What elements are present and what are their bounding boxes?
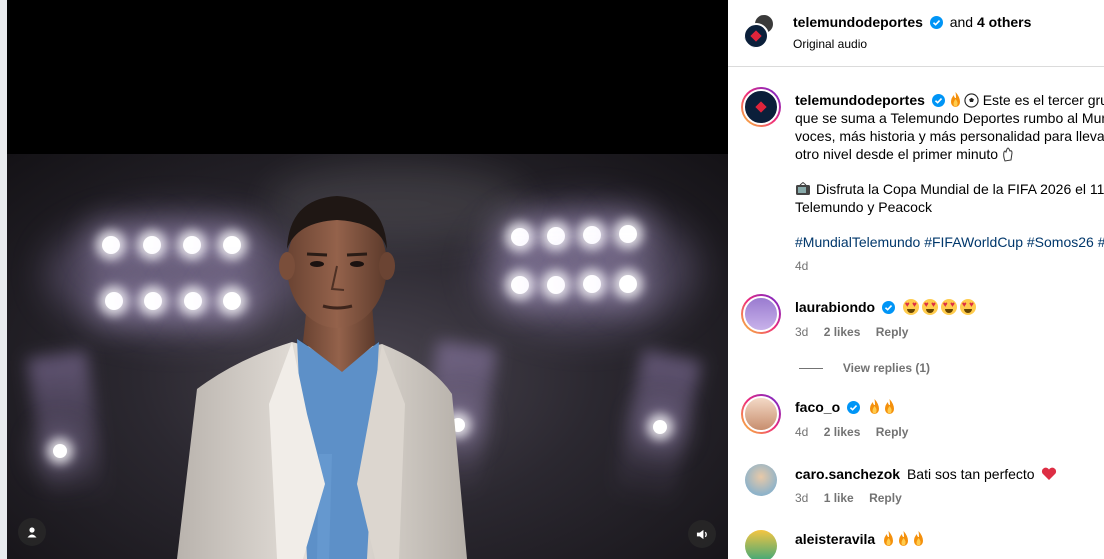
verified-icon: [882, 301, 896, 314]
comment-username[interactable]: caro.sanchezok: [795, 466, 900, 482]
comment-avatar-aleisteravila[interactable]: [745, 530, 777, 559]
view-replies-button[interactable]: View replies (1): [799, 359, 930, 375]
heart-eyes-emoji-icon: [940, 299, 957, 315]
comment-laurabiondo: laurabiondo: [795, 299, 979, 315]
comment-meta: 3d 2 likes Reply: [795, 325, 920, 339]
comment-reply-button[interactable]: Reply: [869, 491, 902, 505]
comment-username[interactable]: faco_o: [795, 399, 840, 415]
comment-caro-sanchezok: caro.sanchezok Bati sos tan perfecto: [795, 465, 1057, 483]
comment-avatar-laurabiondo[interactable]: [741, 294, 781, 334]
volume-icon: [696, 529, 707, 539]
replies-divider: [799, 367, 823, 369]
heart-eyes-emoji-icon: [921, 299, 938, 315]
hand-emoji-icon: [1003, 147, 1013, 162]
comment-meta: 4d 2 likes Reply: [795, 425, 920, 439]
comment-reply-button[interactable]: Reply: [876, 325, 909, 339]
fire-emoji-icon: [950, 92, 960, 107]
comment-meta: 3d 1 like Reply: [795, 491, 914, 505]
heart-eyes-emoji-icon: [902, 299, 919, 315]
caption-author-avatar[interactable]: [741, 87, 781, 127]
comment-likes[interactable]: 2 likes: [824, 425, 861, 439]
fire-emoji-icon: [914, 531, 924, 546]
others-link[interactable]: 4 others: [977, 14, 1031, 30]
verified-icon: [847, 401, 861, 414]
heart-emoji-icon: [1042, 467, 1057, 480]
comment-avatar-faco_o[interactable]: [741, 394, 781, 434]
video-player[interactable]: [7, 154, 728, 559]
comment-likes[interactable]: 1 like: [824, 491, 854, 505]
fire-emoji-icon: [884, 399, 894, 414]
caption-line-3: voces, más historia y más personalidad p…: [795, 128, 1104, 144]
post-author-link[interactable]: telemundodeportes: [793, 14, 923, 30]
comment-text: Bati sos tan perfecto: [906, 466, 1035, 482]
caption-line-6: Telemundo y Peacock: [795, 199, 932, 215]
caption-line-1: Este es el tercer grup: [982, 92, 1104, 108]
verified-icon: [929, 16, 943, 29]
tv-emoji-icon: [796, 181, 810, 195]
comment-likes[interactable]: 2 likes: [824, 325, 861, 339]
heart-eyes-emoji-icon: [959, 299, 976, 315]
caption-time[interactable]: 4d: [795, 257, 1104, 275]
and-text: and: [949, 14, 974, 30]
post-media[interactable]: [0, 0, 728, 559]
user-tag-icon: [27, 527, 37, 538]
collab-avatar-stack[interactable]: [743, 13, 779, 49]
audio-link[interactable]: Original audio: [793, 37, 867, 51]
comment-username[interactable]: aleisteravila: [795, 531, 875, 547]
comment-username[interactable]: laurabiondo: [795, 299, 875, 315]
comment-time[interactable]: 4d: [795, 425, 808, 439]
page-edge: [0, 0, 7, 559]
fire-emoji-icon: [899, 531, 909, 546]
user-tag-button[interactable]: [18, 518, 46, 546]
caption-line-4: otro nivel desde el primer minuto: [795, 146, 999, 162]
post-header: telemundodeportes and 4 others Original …: [728, 0, 1104, 67]
presenter-figure: [177, 196, 467, 559]
verified-icon: [931, 94, 945, 107]
caption-line-5: Disfruta la Copa Mundial de la FIFA 2026…: [816, 181, 1104, 197]
caption-hashtags[interactable]: #MundialTelemundo #FIFAWorldCup #Somos26…: [795, 233, 1104, 251]
fire-emoji-icon: [884, 531, 894, 546]
caption-line-2: que se suma a Telemundo Deportes rumbo a…: [795, 110, 1104, 126]
view-replies-label: View replies (1): [842, 361, 931, 375]
comment-time[interactable]: 3d: [795, 491, 808, 505]
volume-button[interactable]: [688, 520, 716, 548]
comment-reply-button[interactable]: Reply: [876, 425, 909, 439]
comment-aleisteravila: aleisteravila: [795, 531, 927, 547]
comment-time[interactable]: 3d: [795, 325, 808, 339]
comment-avatar-caro-sanchezok[interactable]: [745, 464, 777, 496]
post-side-panel: telemundodeportes and 4 others Original …: [728, 0, 1104, 559]
caption-author-link[interactable]: telemundodeportes: [795, 92, 925, 108]
soccer-ball-emoji-icon: [964, 93, 979, 108]
fire-emoji-icon: [869, 399, 879, 414]
comment-faco_o: faco_o: [795, 399, 898, 415]
caption-block: telemundodeportes Este es el tercer grup…: [795, 91, 1104, 275]
